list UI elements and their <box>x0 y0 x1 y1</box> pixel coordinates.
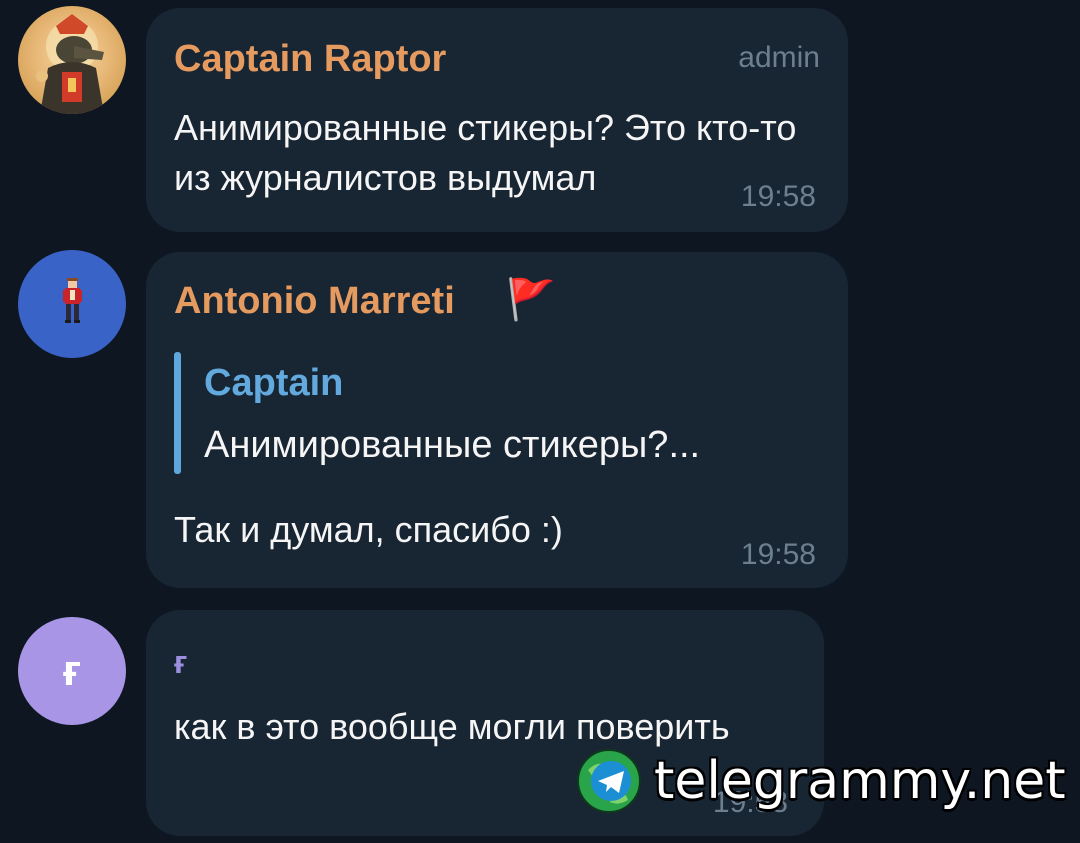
pixel-character-avatar-icon <box>63 278 82 323</box>
avatar-captain-raptor[interactable] <box>18 6 126 114</box>
message-bubble-1[interactable]: Captain Raptor admin Анимированные стике… <box>146 8 848 232</box>
reply-preview-text[interactable]: Анимированные стикеры?... <box>204 424 700 467</box>
avatar-antonio-marreti[interactable] <box>18 250 126 358</box>
avatar-initial: ғ <box>62 646 82 695</box>
red-flag-icon: 🚩 <box>506 278 556 322</box>
watermark-text: telegrammy.net <box>654 751 1066 811</box>
message-text: Так и думал, спасибо :) <box>174 509 563 550</box>
reply-quote-bar <box>174 352 181 474</box>
raptor-avatar-icon <box>36 14 104 114</box>
avatar-f[interactable]: ғ <box>18 617 126 725</box>
message-time: 19:58 <box>740 180 816 213</box>
message-text: Анимированные стикеры? Это кто-то из жур… <box>174 107 797 198</box>
reply-sender-name[interactable]: Captain <box>204 362 343 405</box>
admin-badge: admin <box>738 41 820 74</box>
message-text: как в это вообще могли поверить <box>174 706 730 747</box>
sender-name[interactable]: Antonio Marreti <box>174 280 455 323</box>
sender-name[interactable]: ғ <box>174 644 187 681</box>
sender-name[interactable]: Captain Raptor <box>174 38 446 81</box>
message-time: 19:58 <box>740 538 816 571</box>
message-bubble-2[interactable]: Antonio Marreti 🚩 Captain Анимированные … <box>146 252 848 588</box>
watermark: telegrammy.net <box>576 748 1066 814</box>
telegram-globe-icon <box>577 749 641 813</box>
